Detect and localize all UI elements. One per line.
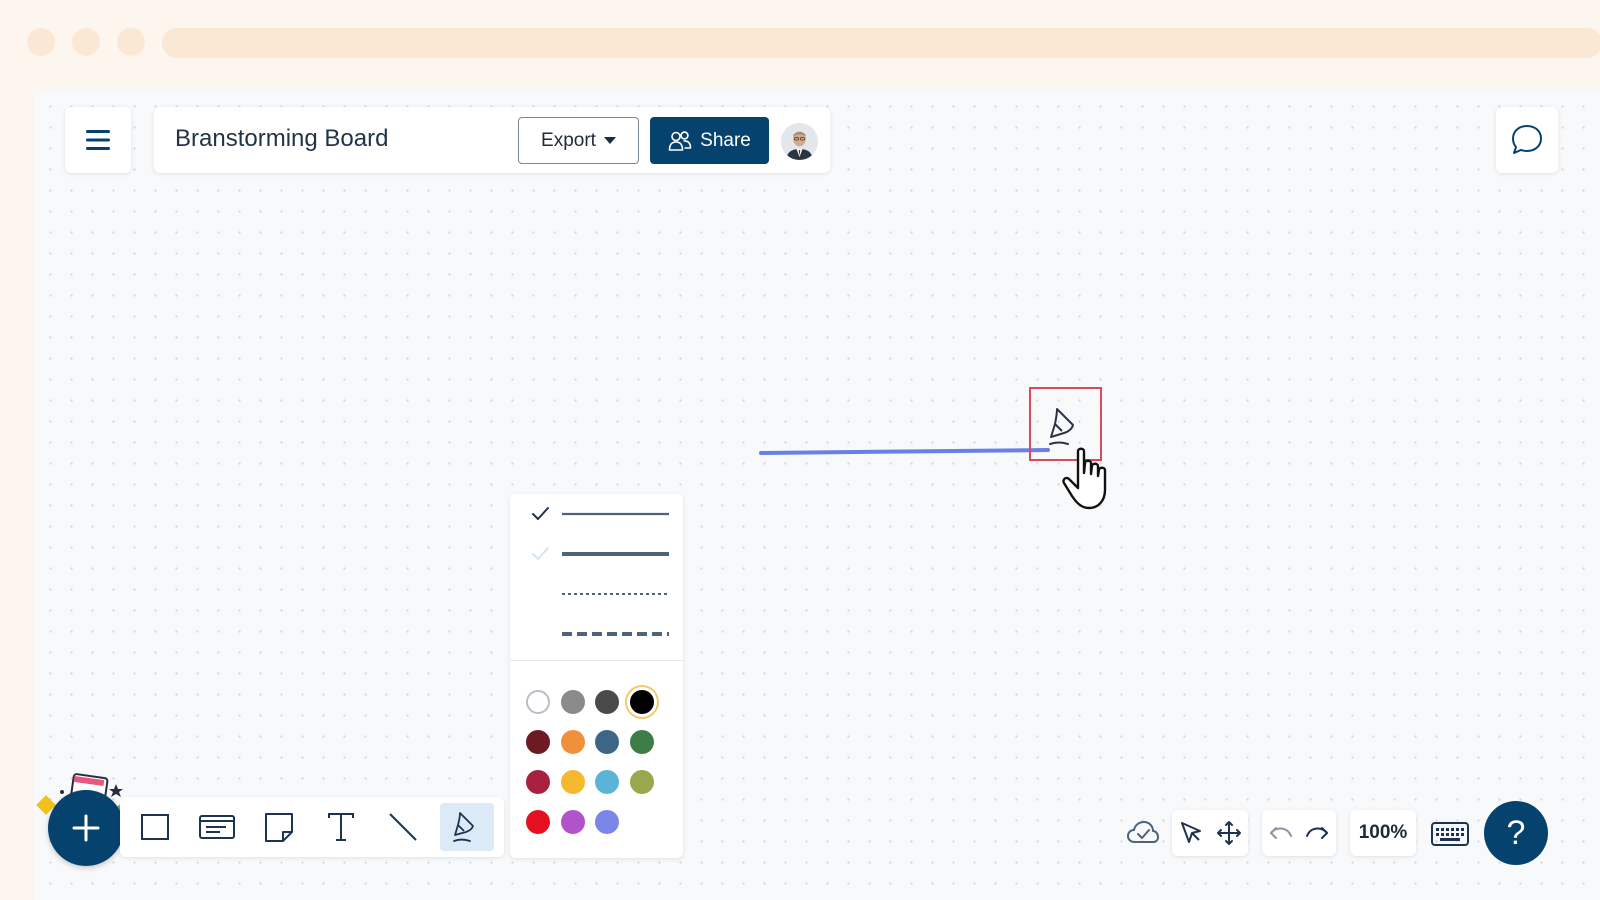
line-icon [389, 813, 417, 841]
color-swatch[interactable] [526, 690, 550, 714]
color-swatch[interactable] [595, 810, 619, 834]
browser-chrome [0, 0, 1600, 90]
color-swatch[interactable] [629, 690, 654, 714]
color-swatch[interactable] [595, 770, 619, 794]
pen-icon [453, 812, 474, 842]
color-swatch[interactable] [560, 770, 585, 794]
add-icon [72, 814, 100, 842]
line-tool[interactable] [376, 803, 430, 851]
address-bar [162, 28, 1600, 58]
window-control-dot [27, 28, 55, 56]
export-button[interactable]: Export [518, 117, 639, 164]
drawing-toolbar [120, 797, 504, 857]
line-style-thin-solid-icon [532, 507, 669, 520]
color-swatch[interactable] [595, 730, 619, 754]
zoom-level[interactable]: 100% [1350, 810, 1416, 856]
keyboard-icon[interactable] [1430, 820, 1470, 848]
top-bar: Branstorming Board Export Share [154, 107, 830, 173]
window-control-dot [72, 28, 100, 56]
line-style-dashed[interactable] [528, 624, 673, 644]
comment-bubble-icon [1512, 125, 1542, 154]
redo-icon[interactable] [1304, 822, 1330, 844]
add-button[interactable] [48, 790, 124, 866]
text-icon [328, 813, 354, 841]
whiteboard-canvas[interactable] [34, 90, 1600, 900]
color-swatch[interactable] [560, 690, 585, 714]
sticky-note-tool[interactable] [252, 803, 306, 851]
select-pointer-icon[interactable] [1178, 820, 1204, 846]
board-title[interactable]: Branstorming Board [175, 125, 388, 153]
color-swatch[interactable] [629, 730, 654, 754]
selection-mode-group [1172, 810, 1248, 856]
color-swatch[interactable] [526, 810, 550, 834]
help-button[interactable]: ? [1484, 801, 1548, 865]
color-swatch[interactable] [595, 690, 619, 714]
pan-move-icon[interactable] [1216, 820, 1242, 846]
sticky-note-icon [265, 813, 293, 842]
card-icon [199, 815, 235, 839]
comments-button[interactable] [1496, 107, 1558, 173]
undo-redo-group [1262, 810, 1336, 856]
line-style-dashed-icon [562, 632, 669, 636]
share-button[interactable]: Share [650, 117, 769, 164]
user-photo-icon [781, 123, 818, 160]
color-swatch[interactable] [526, 770, 550, 794]
hand-pointer-icon [1062, 447, 1107, 510]
text-tool[interactable] [314, 803, 368, 851]
undo-icon[interactable] [1268, 822, 1294, 844]
line-style-thick-solid[interactable] [528, 544, 673, 564]
hamburger-icon [86, 130, 110, 150]
line-style-dotted[interactable] [528, 584, 673, 604]
divider [510, 660, 683, 661]
export-label: Export [541, 129, 596, 151]
color-swatch[interactable] [560, 810, 585, 834]
pen-tool[interactable] [440, 803, 494, 851]
user-avatar[interactable] [781, 123, 818, 160]
stroke-style-popover [510, 494, 683, 858]
rectangle-tool[interactable] [128, 803, 182, 851]
rectangle-icon [141, 814, 169, 840]
color-swatch[interactable] [526, 730, 550, 754]
users-icon [668, 130, 692, 151]
line-style-dotted-icon [562, 593, 669, 595]
color-swatch[interactable] [629, 770, 654, 794]
line-style-thick-solid-icon [532, 547, 669, 560]
color-swatch[interactable] [560, 730, 585, 754]
main-menu-button[interactable] [65, 107, 131, 173]
line-style-thin-solid[interactable] [528, 504, 673, 524]
share-label: Share [700, 129, 751, 151]
cloud-saved-icon[interactable] [1126, 818, 1160, 848]
window-control-dot [117, 28, 145, 56]
card-tool[interactable] [190, 803, 244, 851]
pen-cursor-icon [1049, 408, 1074, 445]
caret-down-icon [603, 137, 616, 144]
